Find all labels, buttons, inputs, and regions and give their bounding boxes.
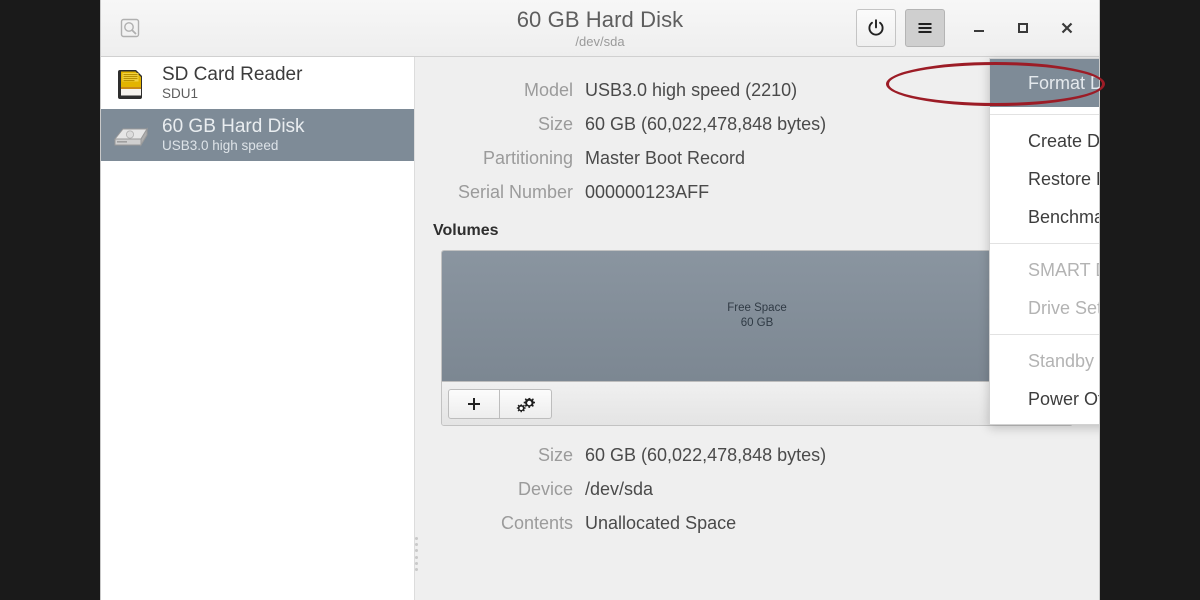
- drive-info-label: Size: [537, 114, 573, 134]
- power-button[interactable]: [856, 9, 896, 47]
- minimize-button[interactable]: [957, 8, 1001, 48]
- sidebar-item-title: SD Card Reader: [162, 64, 303, 85]
- volume-info-table: Size 60 GB (60,022,478,848 bytes) Device…: [415, 438, 1099, 540]
- volume-info-label: Size: [537, 445, 573, 465]
- volume-info-value: 60 GB (60,022,478,848 bytes): [585, 445, 827, 465]
- menu-item-drive-settings: Drive Settings…: [1028, 297, 1099, 318]
- header-bar: 60 GB Hard Disk /dev/sda: [101, 0, 1099, 57]
- hard-disk-icon: [111, 115, 151, 155]
- disk-actions-menu: Format Disk… Create Disk Image… Restore …: [989, 58, 1099, 425]
- drive-info-label: Partitioning: [482, 148, 573, 168]
- maximize-button[interactable]: [1001, 8, 1045, 48]
- sidebar-item-subtitle: SDU1: [162, 86, 199, 101]
- menu-item-format-disk[interactable]: Format Disk…: [990, 59, 1099, 107]
- menu-separator: [990, 334, 1099, 335]
- sd-card-icon: [111, 63, 151, 103]
- hamburger-menu-button[interactable]: [905, 9, 945, 47]
- partition-name: Free Space: [727, 302, 787, 314]
- partition-size: 60 GB: [740, 317, 774, 329]
- partition-options-button[interactable]: [500, 388, 552, 419]
- sidebar-item-text: 60 GB Hard Disk USB3.0 high speed: [162, 116, 305, 154]
- sidebar-item-text: SD Card Reader SDU1: [162, 64, 302, 102]
- close-button[interactable]: [1045, 8, 1089, 48]
- sidebar-item-title: 60 GB Hard Disk: [162, 116, 305, 137]
- menu-item-create-disk-image[interactable]: Create Disk Image…: [990, 122, 1099, 160]
- gears-icon: [516, 397, 535, 412]
- drive-info-label: Model: [523, 80, 573, 100]
- sidebar-item-60-gb-hard-disk[interactable]: 60 GB Hard Disk USB3.0 high speed: [101, 109, 414, 161]
- device-sidebar: SD Card Reader SDU1 60 GB Hard Disk USB3…: [101, 57, 418, 600]
- menu-item-smart-data-and-self-tests: SMART Data & Self-Tests…: [1028, 259, 1099, 280]
- create-partition-button[interactable]: [448, 388, 500, 419]
- volume-info-value: Unallocated Space: [585, 513, 737, 533]
- plus-icon: [468, 397, 480, 410]
- window-body: SD Card Reader SDU1 60 GB Hard Disk USB3…: [101, 57, 1099, 600]
- menu-separator: [990, 243, 1099, 244]
- header-right-group: [856, 8, 1099, 48]
- sidebar-item-sd-card-reader[interactable]: SD Card Reader SDU1: [101, 57, 414, 109]
- partition-label: Free Space 60 GB: [442, 301, 1072, 331]
- volume-info-value: /dev/sda: [585, 479, 654, 499]
- volumes-widget: Free Space 60 GB: [441, 250, 1073, 426]
- menu-separator: [990, 114, 1099, 115]
- menu-item-standby-now: Standby Now: [1028, 350, 1099, 371]
- partition-free-space[interactable]: Free Space 60 GB: [442, 251, 1072, 382]
- pane-resize-handle[interactable]: [413, 537, 420, 571]
- disks-application-window: 60 GB Hard Disk /dev/sda SD Card Reader …: [100, 0, 1100, 600]
- menu-item-restore-disk-image[interactable]: Restore Disk Image…: [990, 160, 1099, 198]
- disk-image-icon[interactable]: [117, 15, 143, 41]
- header-left-group: [101, 15, 301, 41]
- volumes-toolbar: [442, 382, 1072, 425]
- volume-info-label: Contents: [500, 513, 573, 533]
- sidebar-item-subtitle: USB3.0 high speed: [162, 138, 279, 153]
- volumes-toolbar-group: [448, 388, 552, 419]
- drive-info-label: Serial Number: [457, 182, 573, 202]
- screen: 60 GB Hard Disk /dev/sda SD Card Reader …: [0, 0, 1200, 600]
- menu-item-power-off[interactable]: Power Off…: [990, 380, 1099, 418]
- menu-item-benchmark-disk[interactable]: Benchmark Disk…: [990, 198, 1099, 236]
- volume-info-label: Device: [517, 479, 573, 499]
